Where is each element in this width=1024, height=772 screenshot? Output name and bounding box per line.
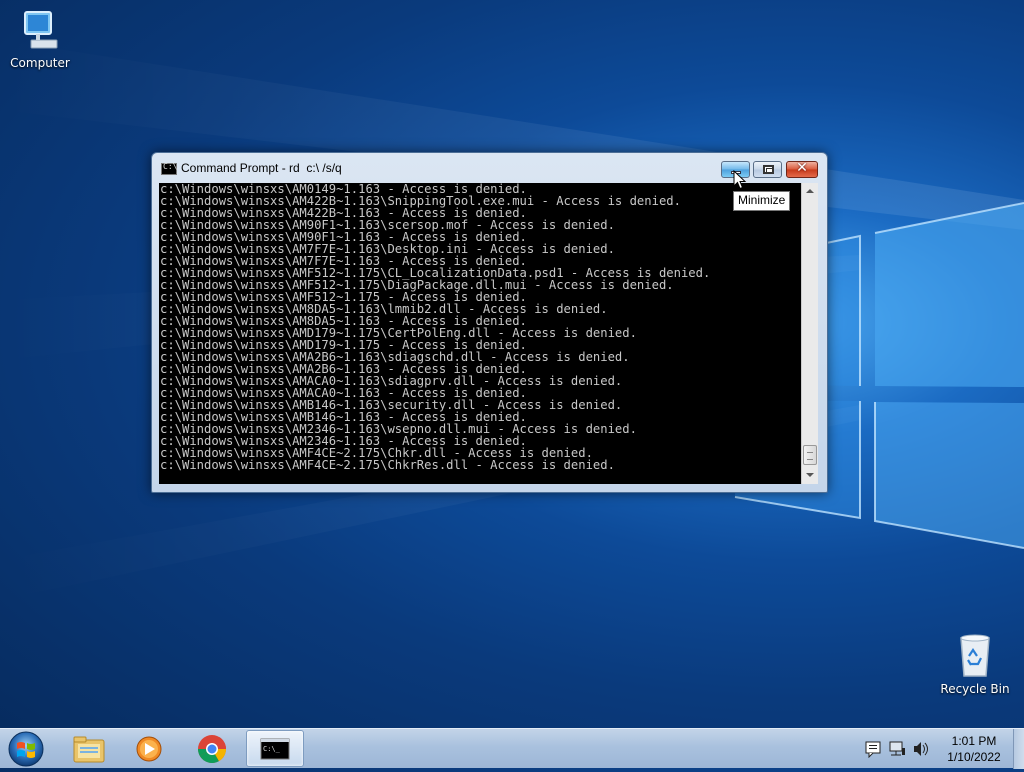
- scroll-up-arrow-icon[interactable]: [802, 183, 818, 200]
- action-center-icon[interactable]: [865, 741, 881, 759]
- window-titlebar[interactable]: C:\ Command Prompt - rd c:\ /s/q ✕: [152, 153, 827, 183]
- command-prompt-icon: C:\_: [260, 738, 290, 760]
- close-icon: ✕: [796, 160, 808, 176]
- desktop-icon-label: Recycle Bin: [940, 682, 1010, 696]
- maximize-icon: [763, 165, 774, 174]
- desktop-icon-computer[interactable]: Computer: [0, 10, 80, 70]
- scroll-down-arrow-icon[interactable]: [802, 467, 818, 484]
- desktop-icon-recycle-bin[interactable]: Recycle Bin: [935, 632, 1015, 696]
- taskbar-command-prompt[interactable]: C:\_: [246, 730, 304, 767]
- media-player-icon: [136, 736, 162, 762]
- close-button[interactable]: ✕: [786, 160, 818, 178]
- svg-text:C:\_: C:\_: [263, 745, 281, 753]
- recycle-bin-icon: [955, 632, 995, 678]
- mouse-pointer-icon: [733, 170, 747, 190]
- show-desktop-button[interactable]: [1013, 729, 1024, 769]
- taskbar-chrome[interactable]: [183, 730, 241, 767]
- taskbar-clock[interactable]: 1:01 PM 1/10/2022: [938, 733, 1010, 765]
- computer-icon: [22, 10, 58, 52]
- scroll-thumb[interactable]: [803, 445, 817, 465]
- file-explorer-icon: [73, 736, 105, 763]
- desktop-icon-label: Computer: [10, 56, 70, 70]
- maximize-button[interactable]: [753, 161, 782, 178]
- system-tray: [862, 740, 932, 762]
- console-line: c:\Windows\winsxs\AMF4CE~2.175\ChkrRes.d…: [160, 458, 615, 472]
- console-output[interactable]: c:\Windows\winsxs\AM0149~1.163 - Access …: [159, 183, 801, 484]
- network-icon[interactable]: [889, 741, 905, 756]
- chrome-icon: [198, 735, 226, 763]
- clock-time: 1:01 PM: [951, 734, 997, 748]
- taskbar-media-player[interactable]: [120, 730, 178, 767]
- volume-icon[interactable]: [914, 742, 928, 756]
- start-button[interactable]: [6, 730, 46, 768]
- taskbar-file-explorer[interactable]: [60, 730, 118, 767]
- console-app-icon: C:\: [161, 162, 177, 175]
- window-title: Command Prompt - rd c:\ /s/q: [181, 161, 342, 175]
- windows-logo-icon: [8, 731, 44, 767]
- clock-date: 1/10/2022: [947, 750, 1001, 764]
- taskbar: C:\_ 1:01 PM 1/10/2022: [0, 728, 1024, 769]
- console-text: c:\Windows\winsxs\AM0149~1.163 - Access …: [160, 183, 710, 471]
- minimize-tooltip: Minimize: [733, 191, 791, 211]
- command-prompt-window[interactable]: C:\ Command Prompt - rd c:\ /s/q ✕ c:\Wi…: [151, 152, 828, 493]
- vertical-scrollbar[interactable]: [801, 183, 818, 484]
